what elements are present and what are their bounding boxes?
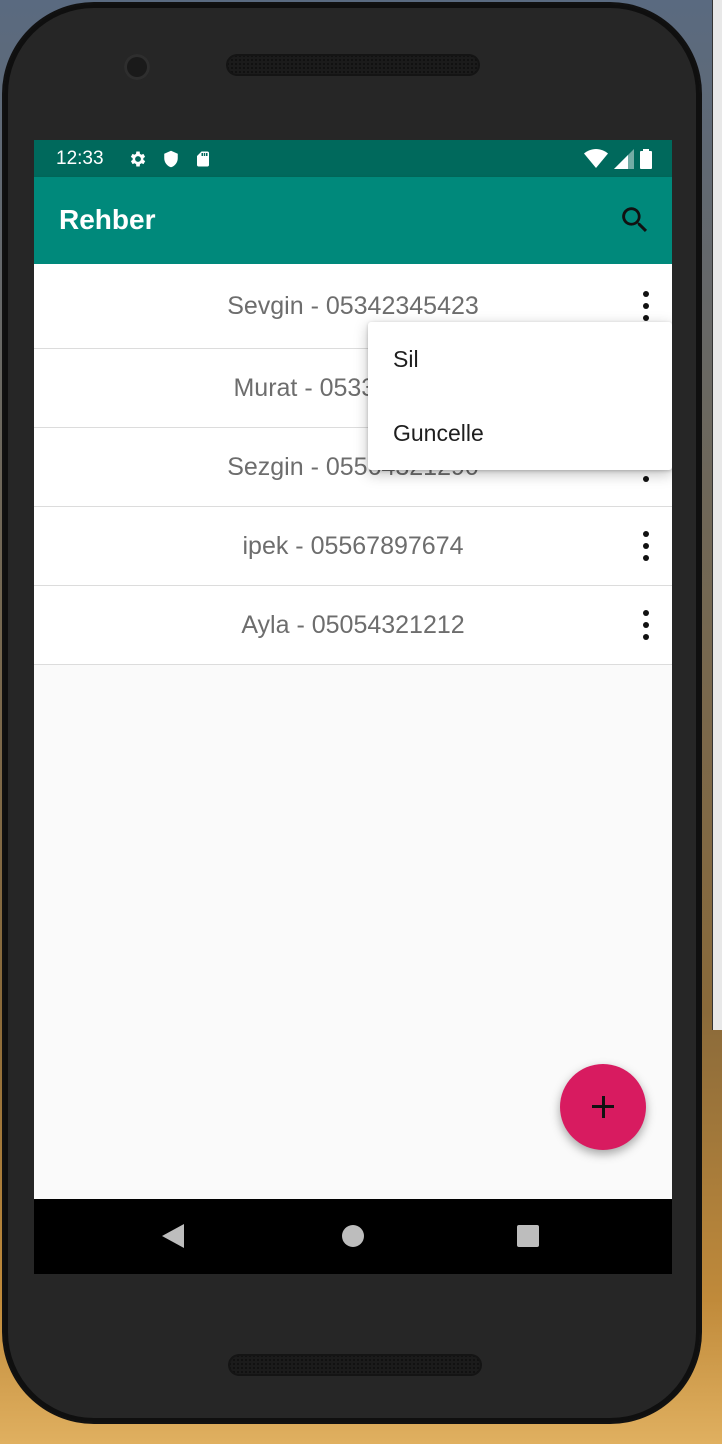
wifi-icon <box>584 149 608 175</box>
bottom-speaker <box>228 1354 482 1376</box>
status-time: 12:33 <box>56 148 104 169</box>
battery-icon <box>640 149 652 175</box>
add-contact-button[interactable] <box>560 1064 646 1150</box>
signal-icon <box>614 149 634 175</box>
shield-icon <box>162 149 180 175</box>
front-camera <box>124 54 150 80</box>
status-icons-left <box>128 149 212 175</box>
navigation-bar <box>34 1199 672 1274</box>
device-screen: 12:33 Rehber Sevgin - 05342345423 Murat … <box>34 140 672 1274</box>
popup-menu: Sil Guncelle <box>368 322 672 470</box>
app-title: Rehber <box>59 204 156 235</box>
top-speaker <box>226 54 480 76</box>
more-vert-icon[interactable] <box>638 291 654 321</box>
home-icon[interactable] <box>342 1225 364 1247</box>
more-vert-icon[interactable] <box>638 610 654 640</box>
back-icon[interactable] <box>162 1224 184 1248</box>
contact-label: ipek - 05567897674 <box>242 531 464 560</box>
background-window-edge <box>712 0 722 1030</box>
list-item[interactable]: Ayla - 05054321212 <box>34 586 672 665</box>
contact-label: Ayla - 05054321212 <box>241 610 465 639</box>
menu-item-guncelle[interactable]: Guncelle <box>393 420 484 447</box>
gear-icon <box>128 149 148 175</box>
status-icons-right <box>584 149 652 175</box>
sd-card-icon <box>194 149 212 175</box>
recents-icon[interactable] <box>517 1225 539 1247</box>
menu-item-sil[interactable]: Sil <box>393 346 419 373</box>
status-bar: 12:33 <box>34 140 672 177</box>
more-vert-icon[interactable] <box>638 531 654 561</box>
search-icon[interactable] <box>618 203 652 237</box>
list-item[interactable]: ipek - 05567897674 <box>34 507 672 586</box>
app-bar: Rehber <box>34 177 672 264</box>
